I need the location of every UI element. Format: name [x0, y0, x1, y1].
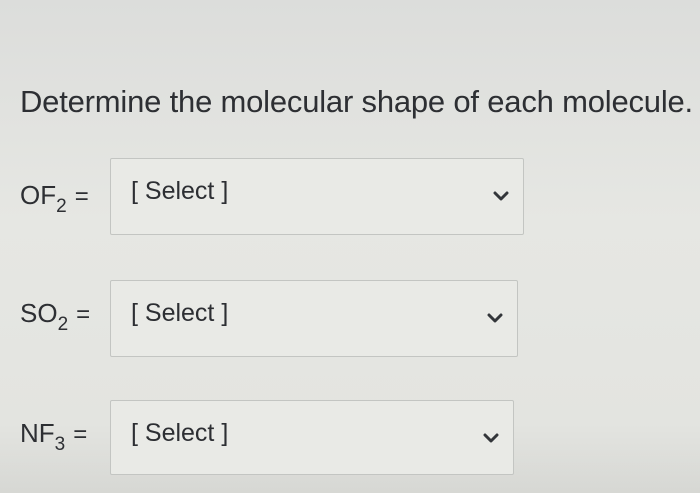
- chevron-down-icon: [493, 190, 509, 202]
- formula-label: OF2 =: [20, 180, 89, 217]
- formula-base: OF: [20, 180, 57, 210]
- formula-base: SO: [20, 298, 58, 328]
- formula-label: NF3 =: [20, 418, 88, 455]
- question-prompt: Determine the molecular shape of each mo…: [20, 84, 693, 119]
- equals-sign: =: [73, 421, 88, 448]
- formula-subscript: 2: [56, 196, 67, 217]
- shape-select-of2[interactable]: [ Select ]: [110, 158, 524, 235]
- select-placeholder: [ Select ]: [131, 299, 229, 327]
- question-card: Determine the molecular shape of each mo…: [0, 0, 700, 493]
- formula-label: SO2 =: [20, 298, 91, 335]
- answer-row-of2: OF2 = [ Select ]: [0, 150, 700, 240]
- formula-subscript: 3: [54, 434, 66, 455]
- shape-select-so2[interactable]: [ Select ]: [110, 280, 518, 357]
- chevron-down-icon: [487, 312, 503, 324]
- equals-sign: =: [74, 183, 89, 210]
- chevron-down-icon: [483, 432, 499, 444]
- answer-row-nf3: NF3 = [ Select ]: [0, 388, 700, 478]
- select-placeholder: [ Select ]: [131, 419, 229, 447]
- shape-select-nf3[interactable]: [ Select ]: [110, 400, 514, 475]
- answer-row-so2: SO2 = [ Select ]: [0, 268, 700, 358]
- formula-base: NF: [20, 418, 55, 448]
- select-placeholder: [ Select ]: [131, 177, 229, 205]
- formula-subscript: 2: [57, 314, 69, 335]
- equals-sign: =: [76, 301, 91, 328]
